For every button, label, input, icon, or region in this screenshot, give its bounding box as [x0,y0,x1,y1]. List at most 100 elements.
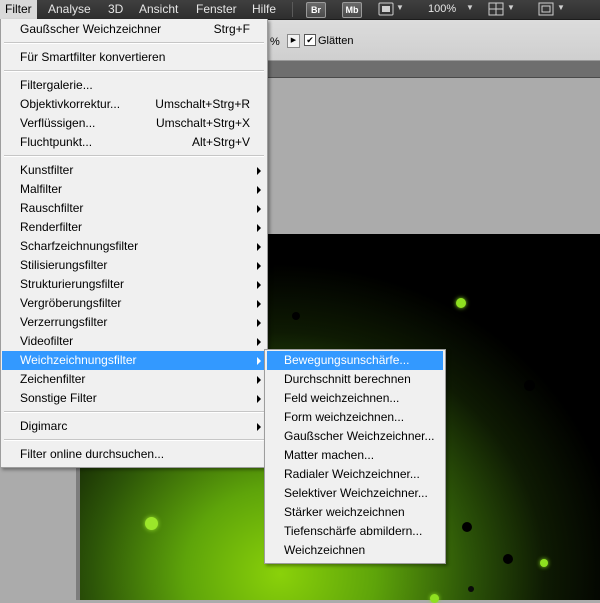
menu-filter[interactable]: Filter [0,0,37,19]
zoom-dropdown-icon[interactable]: ▼ [466,3,474,12]
menu-item-strukturierungsfilter[interactable]: Strukturierungsfilter [2,275,266,294]
submenu-arrow-icon [257,281,261,289]
menu-item-label: Malfilter [20,182,63,196]
bokeh-dot [567,374,577,384]
bokeh-dot [430,594,439,603]
menu-item-filter-online-durchsuchen[interactable]: Filter online durchsuchen... [2,445,266,464]
bokeh-dot [503,554,513,564]
submenu-item-weichzeichnen[interactable]: Weichzeichnen [267,541,443,560]
menu-separator [4,411,264,413]
submenu-arrow-icon [257,224,261,232]
zoom-level[interactable]: 100% [428,0,456,18]
menu-item-rauschfilter[interactable]: Rauschfilter [2,199,266,218]
submenu-item-staerker-weichzeichnen[interactable]: Stärker weichzeichnen [267,503,443,522]
menu-item-label: Verflüssigen... [20,116,96,130]
submenu-arrow-icon [257,167,261,175]
menubar-divider [292,2,293,17]
submenu-item-durchschnitt-berechnen[interactable]: Durchschnitt berechnen [267,370,443,389]
submenu-arrow-icon [257,186,261,194]
menu-item-malfilter[interactable]: Malfilter [2,180,266,199]
submenu-item-feld-weichzeichnen[interactable]: Feld weichzeichnen... [267,389,443,408]
menu-item-vergroeberungsfilter[interactable]: Vergröberungsfilter [2,294,266,313]
submenu-arrow-icon [257,243,261,251]
menu-item-label: Fluchtpunkt... [20,135,93,149]
menu-item-label: Objektivkorrektur... [20,97,121,111]
menu-bar: Filter Analyse 3D Ansicht Fenster Hilfe … [0,0,600,20]
menu-item-label: Für Smartfilter konvertieren [20,50,166,64]
filter-menu: Gaußscher Weichzeichner Strg+F Für Smartfi… [0,19,268,468]
submenu-arrow-icon [257,319,261,327]
menu-item-objektivkorrektur[interactable]: Objektivkorrektur... Umschalt+Strg+R [2,95,266,114]
submenu-item-label: Matter machen... [284,448,375,462]
glatten-checkbox[interactable]: ✔ [304,34,316,46]
menu-item-label: Scharfzeichnungsfilter [20,239,139,253]
arrange-dropdown-icon[interactable]: ▼ [507,3,515,12]
mini-bridge-icon[interactable]: Mb [342,2,362,18]
menu-analyse[interactable]: Analyse [43,0,96,19]
menu-item-label: Sonstige Filter [20,391,97,405]
blur-submenu: Bewegungsunschärfe... Durchschnitt berech… [264,349,446,564]
menu-item-kunstfilter[interactable]: Kunstfilter [2,161,266,180]
menu-item-stilisierungsfilter[interactable]: Stilisierungsfilter [2,256,266,275]
menu-item-label: Zeichenfilter [20,372,86,386]
submenu-arrow-icon [257,262,261,270]
menu-item-shortcut: Umschalt+Strg+X [155,116,250,130]
menu-item-label: Filtergalerie... [20,78,93,92]
menu-item-videofilter[interactable]: Videofilter [2,332,266,351]
bokeh-dot [524,380,535,391]
submenu-item-tiefenschaerfe-abmildern[interactable]: Tiefenschärfe abmildern... [267,522,443,541]
menu-item-label: Verzerrungsfilter [20,315,108,329]
extras-dropdown-icon[interactable]: ▼ [396,3,404,12]
submenu-item-selektiver-weichzeichner[interactable]: Selektiver Weichzeichner... [267,484,443,503]
menu-item-verfluessigen[interactable]: Verflüssigen... Umschalt+Strg+X [2,114,266,133]
menu-item-label: Renderfilter [20,220,83,234]
menu-separator [4,70,264,72]
submenu-item-label: Feld weichzeichnen... [284,391,400,405]
menu-item-zeichenfilter[interactable]: Zeichenfilter [2,370,266,389]
menu-item-scharfzeichnungsfilter[interactable]: Scharfzeichnungsfilter [2,237,266,256]
menu-fenster[interactable]: Fenster [191,0,242,19]
menu-item-label: Stilisierungsfilter [20,258,108,272]
menu-separator [4,155,264,157]
menu-item-sonstige-filter[interactable]: Sonstige Filter [2,389,266,408]
bokeh-dot [468,586,474,592]
submenu-arrow-icon [257,357,261,365]
submenu-arrow-icon [257,376,261,384]
bokeh-dot [145,517,158,530]
menu-item-weichzeichnungsfilter[interactable]: Weichzeichnungsfilter [2,351,266,370]
menu-item-label: Weichzeichnungsfilter [20,353,137,367]
extras-icon[interactable] [378,2,394,16]
submenu-item-matter-machen[interactable]: Matter machen... [267,446,443,465]
submenu-arrow-icon [257,423,261,431]
menu-item-label: Filter online durchsuchen... [20,447,165,461]
menu-item-fluchtpunkt[interactable]: Fluchtpunkt... Alt+Strg+V [2,133,266,152]
screen-mode-dropdown-icon[interactable]: ▼ [557,3,565,12]
submenu-arrow-icon [257,338,261,346]
screen-mode-icon[interactable] [538,2,554,16]
submenu-item-bewegungsunschaerfe[interactable]: Bewegungsunschärfe... [267,351,443,370]
arrange-documents-icon[interactable] [488,2,504,16]
menu-item-label: Strukturierungsfilter [20,277,125,291]
menu-ansicht[interactable]: Ansicht [134,0,183,19]
bokeh-dot [462,522,472,532]
menu-hilfe[interactable]: Hilfe [247,0,281,19]
submenu-item-gaussscher-weichzeichner[interactable]: Gaußscher Weichzeichner... [267,427,443,446]
submenu-item-label: Durchschnitt berechnen [284,372,411,386]
percent-slider-arrow-icon[interactable]: ▶ [287,34,300,48]
menu-item-fuer-smartfilter-konvertieren[interactable]: Für Smartfilter konvertieren [2,48,266,67]
submenu-item-radialer-weichzeichner[interactable]: Radialer Weichzeichner... [267,465,443,484]
menu-3d[interactable]: 3D [103,0,128,19]
menu-item-verzerrungsfilter[interactable]: Verzerrungsfilter [2,313,266,332]
submenu-item-label: Form weichzeichnen... [284,410,405,424]
menu-item-label: Rauschfilter [20,201,84,215]
submenu-arrow-icon [257,300,261,308]
menu-item-label: Gaußscher Weichzeichner [20,22,162,36]
menu-item-renderfilter[interactable]: Renderfilter [2,218,266,237]
menu-item-digimarc[interactable]: Digimarc [2,417,266,436]
submenu-item-form-weichzeichnen[interactable]: Form weichzeichnen... [267,408,443,427]
menu-item-filtergalerie[interactable]: Filtergalerie... [2,76,266,95]
bridge-icon[interactable]: Br [306,2,326,18]
submenu-item-label: Selektiver Weichzeichner... [284,486,428,500]
menu-item-gaussscher-weichzeichner[interactable]: Gaußscher Weichzeichner Strg+F [2,20,266,39]
menu-item-shortcut: Strg+F [213,22,250,36]
